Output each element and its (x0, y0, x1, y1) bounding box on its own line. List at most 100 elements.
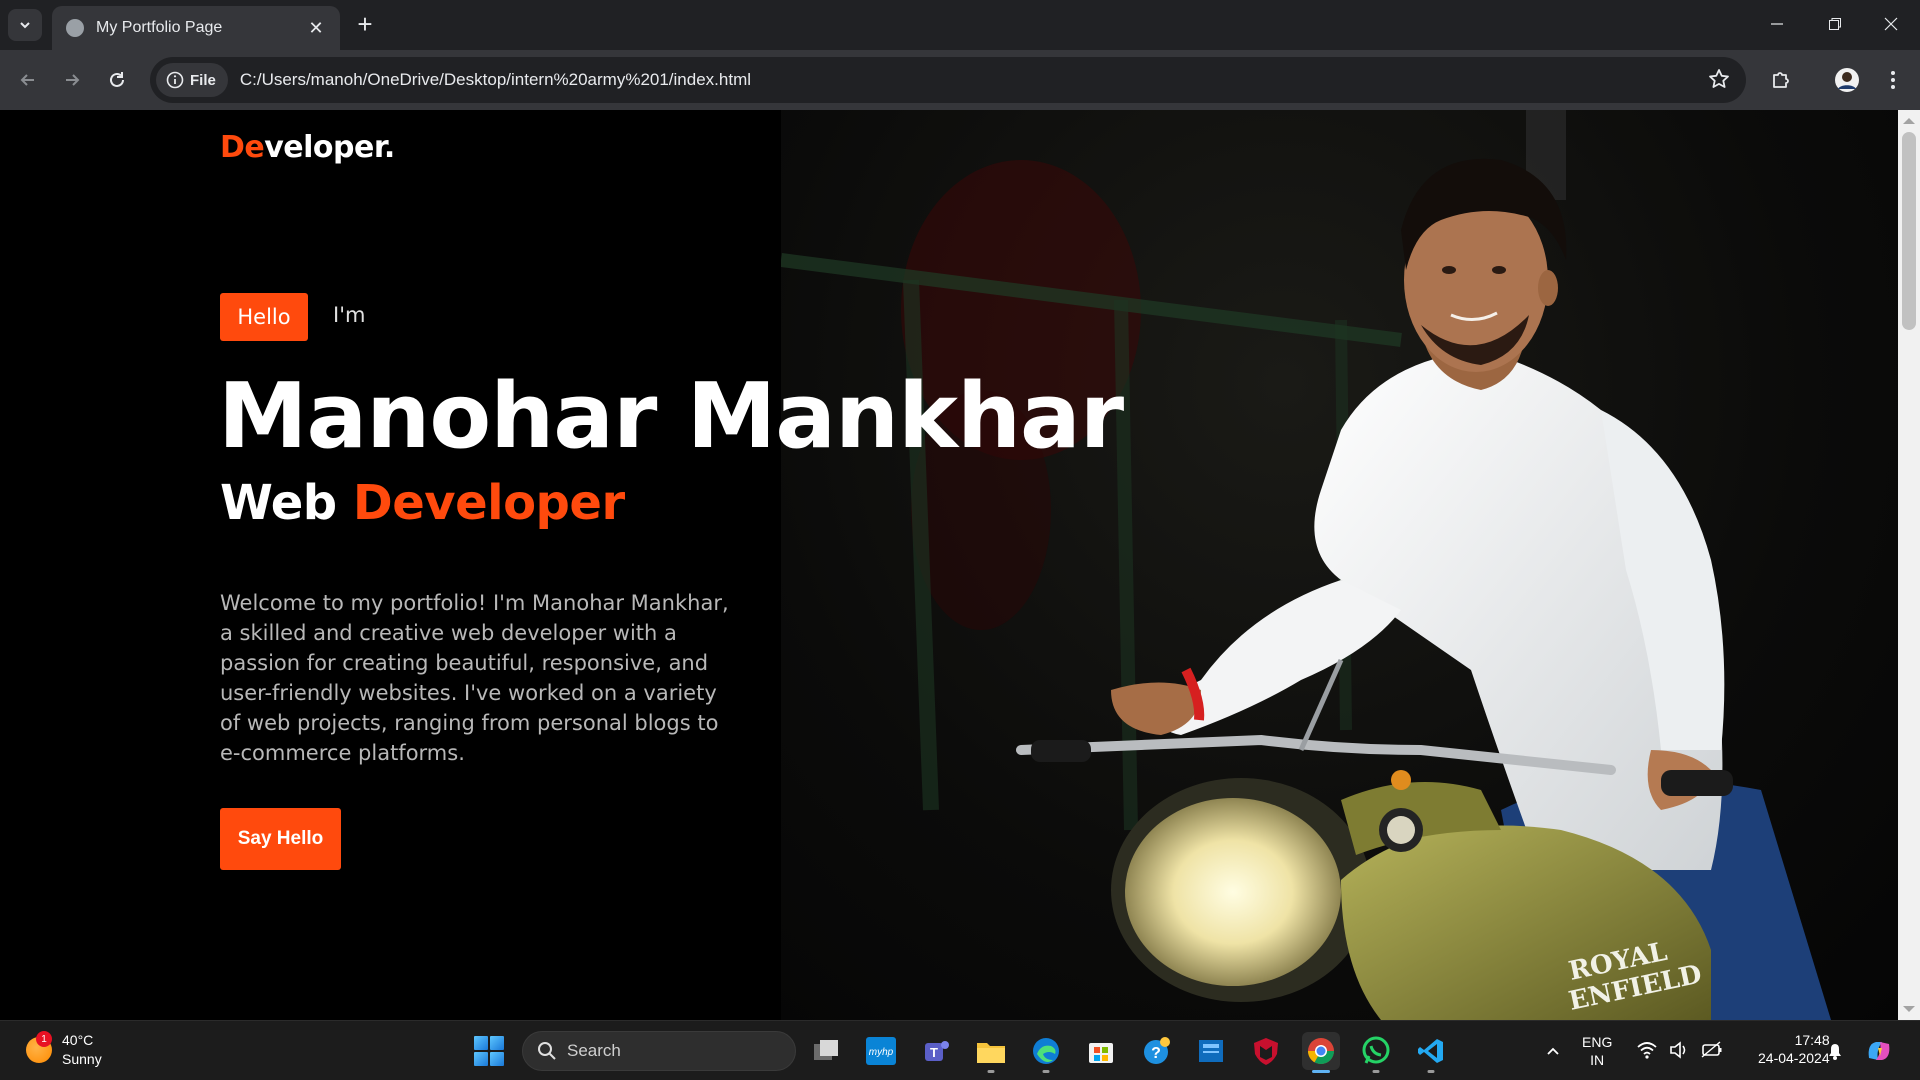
tab-search-button[interactable] (8, 9, 42, 41)
close-icon (1884, 17, 1898, 31)
running-indicator (1372, 1070, 1380, 1073)
volume-icon (1670, 1041, 1686, 1059)
hero-photo: ROYAL ENFIELD (781, 110, 1898, 1020)
windows-logo-icon (474, 1036, 488, 1050)
news-app[interactable] (1192, 1032, 1230, 1070)
system-tray[interactable] (1636, 1039, 1724, 1061)
minimize-button[interactable] (1748, 0, 1806, 48)
svg-text:?: ? (1151, 1045, 1161, 1062)
region-code: IN (1590, 1052, 1605, 1068)
logo-rest: veloper. (264, 130, 395, 165)
minimize-icon (1771, 23, 1783, 25)
weather-widget[interactable]: 1 40°C Sunny (26, 1031, 102, 1069)
logo-accent: De (220, 130, 265, 165)
scroll-down-arrow-icon[interactable] (1903, 1006, 1915, 1012)
chevron-down-icon (20, 22, 30, 29)
folder-icon (977, 1043, 1005, 1063)
mcafee-app[interactable] (1247, 1032, 1285, 1070)
help-icon: ? (1144, 1037, 1170, 1064)
teams-icon: T (925, 1041, 949, 1061)
hero-name: Manohar Mankhar (218, 364, 1124, 469)
bell-icon (1829, 1044, 1841, 1060)
active-indicator (1312, 1070, 1330, 1073)
mcafee-shield-icon (1254, 1038, 1278, 1065)
copilot-button[interactable] (1860, 1032, 1898, 1070)
sun-icon: 1 (26, 1031, 52, 1063)
language-indicator[interactable]: ENG IN (1582, 1033, 1612, 1069)
start-button[interactable] (474, 1036, 504, 1066)
bookmark-star-icon[interactable] (1708, 68, 1730, 94)
wifi-icon (1637, 1042, 1657, 1059)
weather-condition: Sunny (62, 1051, 102, 1067)
edge-app[interactable] (1027, 1032, 1065, 1073)
close-icon[interactable]: ✕ (306, 18, 326, 39)
vscode-app[interactable] (1412, 1032, 1450, 1073)
arrow-right-icon (66, 74, 80, 86)
role-prefix: Web (220, 475, 337, 531)
help-app[interactable]: ? (1137, 1032, 1175, 1070)
url-text[interactable]: C:/Users/manoh/OneDrive/Desktop/intern%2… (240, 70, 751, 90)
teams-app[interactable]: T (917, 1032, 955, 1070)
battery-icon (1701, 1041, 1722, 1058)
microsoft-store-app[interactable] (1082, 1032, 1120, 1070)
running-indicator (1042, 1070, 1050, 1073)
back-button[interactable] (12, 64, 44, 96)
hero-role: Web Developer (220, 475, 625, 531)
notification-badge: 1 (36, 1031, 52, 1047)
vscode-icon (1418, 1039, 1443, 1063)
avatar-icon (1835, 68, 1859, 92)
chrome-app[interactable] (1302, 1032, 1340, 1073)
store-icon (1089, 1043, 1113, 1063)
restore-button[interactable] (1806, 0, 1864, 48)
profile-button[interactable] (1831, 64, 1863, 96)
myhp-app[interactable]: myhp (862, 1032, 900, 1070)
window-close-button[interactable] (1862, 0, 1920, 48)
chip-label: File (190, 71, 216, 89)
running-indicator (1427, 1070, 1435, 1073)
hero-bio: Welcome to my portfolio! I'm Manohar Man… (220, 591, 729, 765)
show-hidden-icons-button[interactable] (1534, 1032, 1572, 1070)
puzzle-icon (1773, 72, 1789, 88)
temperature: 40°C (62, 1032, 94, 1048)
whatsapp-app[interactable] (1357, 1032, 1395, 1073)
scroll-up-arrow-icon[interactable] (1903, 118, 1915, 124)
hero-photo-illustration: ROYAL ENFIELD (781, 110, 1831, 1020)
task-view-button[interactable] (807, 1032, 845, 1070)
info-icon (166, 71, 184, 89)
site-logo[interactable]: Developer. (220, 130, 395, 165)
browser-tab[interactable]: My Portfolio Page ✕ (52, 6, 340, 50)
chevron-up-icon (1547, 1047, 1559, 1055)
page-scrollbar[interactable] (1898, 110, 1920, 1020)
chrome-icon (1307, 1038, 1335, 1065)
say-hello-button[interactable]: Say Hello (220, 808, 341, 870)
browser-toolbar: File C:/Users/manoh/OneDrive/Desktop/int… (0, 50, 1920, 110)
more-vertical-icon (1891, 71, 1895, 89)
notifications-button[interactable] (1816, 1032, 1854, 1070)
new-tab-button[interactable]: + (352, 11, 378, 38)
news-icon (1199, 1040, 1223, 1062)
site-info-chip[interactable]: File (156, 63, 228, 97)
running-indicator (987, 1070, 995, 1073)
scroll-thumb[interactable] (1902, 132, 1916, 330)
extensions-button[interactable] (1765, 64, 1797, 96)
browser-menu-button[interactable] (1877, 64, 1909, 96)
page-viewport: ROYAL ENFIELD Developer. Hello I'm Manoh… (0, 110, 1898, 1020)
tab-title: My Portfolio Page (96, 19, 223, 36)
forward-button[interactable] (56, 64, 88, 96)
whatsapp-icon (1362, 1036, 1390, 1064)
role-accent: Developer (352, 475, 625, 531)
hello-badge: Hello (220, 293, 308, 341)
globe-icon (66, 19, 84, 37)
browser-tab-bar: My Portfolio Page ✕ + (0, 0, 1920, 50)
reload-button[interactable] (101, 64, 133, 96)
search-icon (538, 1042, 556, 1060)
file-explorer-app[interactable] (972, 1032, 1010, 1073)
copilot-icon (1868, 1042, 1890, 1060)
restore-icon (1829, 18, 1841, 30)
svg-text:myhp: myhp (869, 1047, 894, 1058)
address-bar[interactable]: File C:/Users/manoh/OneDrive/Desktop/int… (150, 57, 1746, 103)
edge-icon (1033, 1038, 1059, 1064)
search-label: Search (567, 1041, 621, 1060)
reload-icon (110, 72, 124, 87)
taskbar-search[interactable]: Search (522, 1031, 796, 1071)
